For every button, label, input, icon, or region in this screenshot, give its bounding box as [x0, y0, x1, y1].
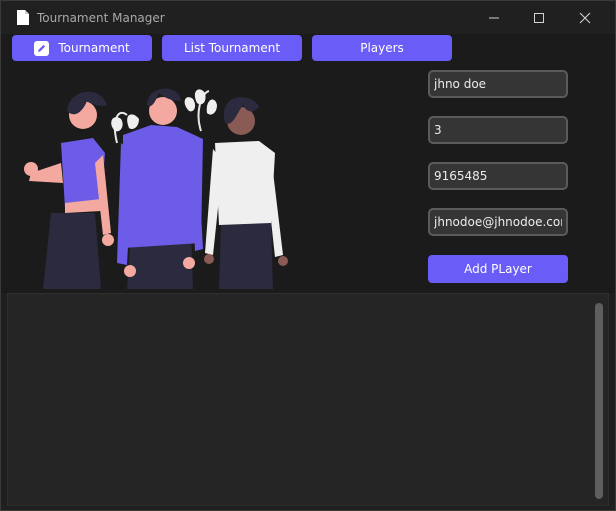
- document-icon: [17, 10, 29, 25]
- title-bar[interactable]: Tournament Manager: [1, 1, 615, 34]
- number-input[interactable]: [428, 116, 568, 144]
- add-player-label: Add PLayer: [464, 262, 532, 276]
- maximize-button[interactable]: [516, 1, 562, 34]
- close-icon: [579, 12, 591, 23]
- pencil-icon: [34, 40, 50, 56]
- minimize-icon: [489, 17, 499, 18]
- window-title: Tournament Manager: [37, 11, 165, 25]
- close-button[interactable]: [562, 1, 608, 34]
- email-input[interactable]: [428, 208, 568, 236]
- nav-bar: Tournament List Tournament Players: [1, 34, 615, 61]
- list-tournament-tab-label: List Tournament: [183, 41, 281, 55]
- players-tab-label: Players: [360, 41, 404, 55]
- players-tab-button[interactable]: Players: [312, 35, 452, 61]
- add-player-button[interactable]: Add PLayer: [428, 255, 568, 283]
- tournament-tab-label: Tournament: [58, 41, 130, 55]
- phone-input[interactable]: [428, 162, 568, 190]
- tournament-tab-button[interactable]: Tournament: [12, 35, 152, 61]
- minimize-button[interactable]: [471, 1, 517, 34]
- list-scrollbar[interactable]: [595, 303, 603, 499]
- app-window: Tournament Manager Tournament List Tourn…: [0, 0, 616, 511]
- players-list[interactable]: [7, 293, 609, 506]
- name-input[interactable]: [428, 70, 568, 98]
- team-illustration: [24, 88, 288, 289]
- list-tournament-tab-button[interactable]: List Tournament: [162, 35, 302, 61]
- maximize-icon: [534, 12, 544, 23]
